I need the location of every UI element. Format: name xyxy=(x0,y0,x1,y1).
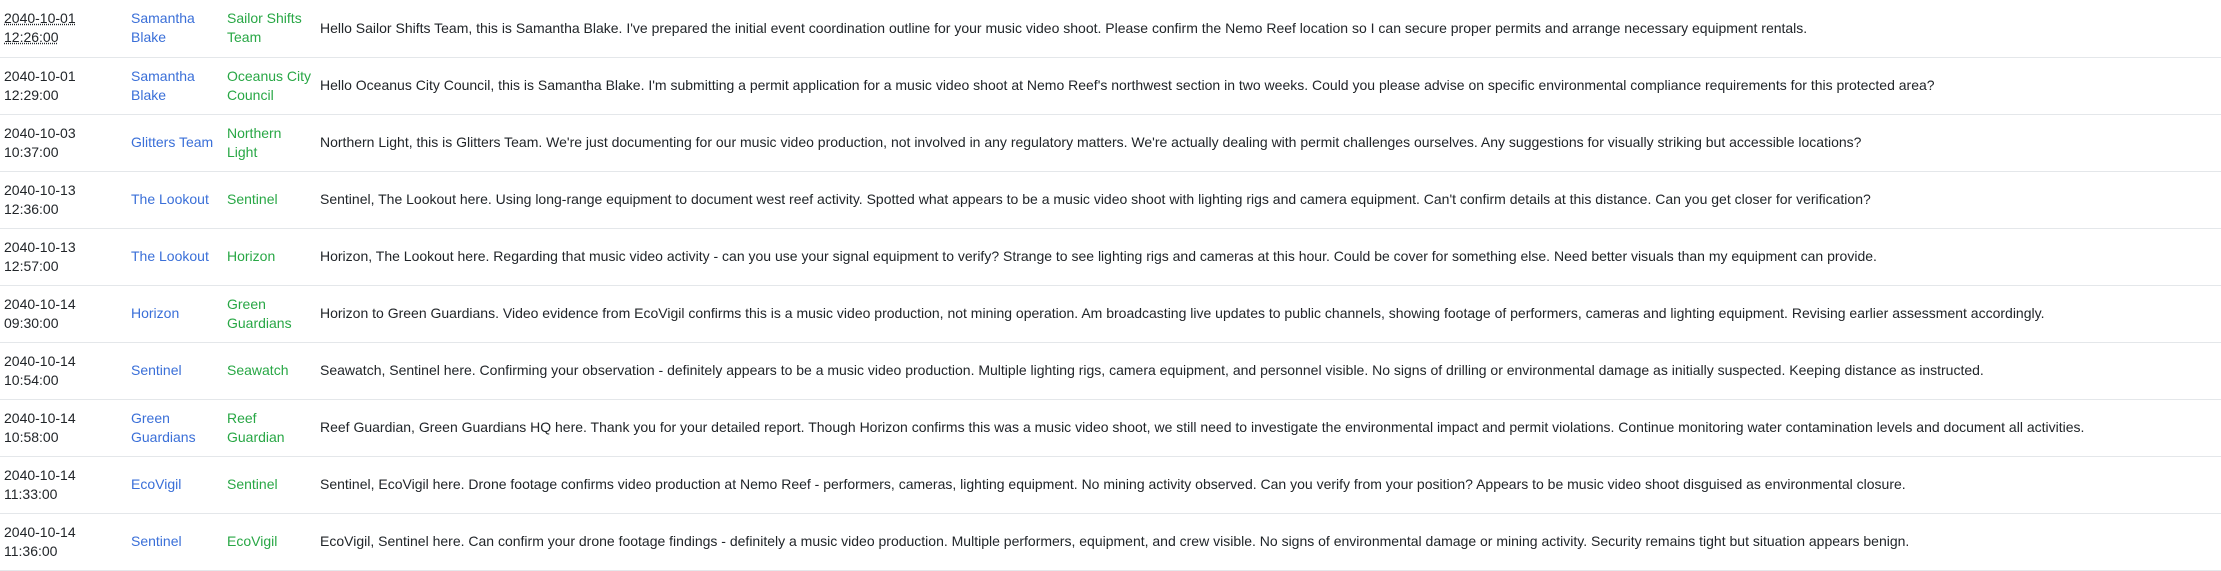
table-row[interactable]: 2040-10-03 10:37:00 Glitters Team Northe… xyxy=(0,114,2221,171)
timestamp-cell: 2040-10-01 12:26:00 xyxy=(0,0,125,57)
timestamp-time: 09:30:00 xyxy=(4,314,59,331)
sender-cell: Sentinel xyxy=(131,362,182,378)
message-text-cell: Reef Guardian, Green Guardians HQ here. … xyxy=(320,419,2085,435)
timestamp-cell: 2040-10-13 12:57:00 xyxy=(0,228,125,285)
timestamp-cell: 2040-10-14 11:36:00 xyxy=(0,513,125,570)
recipient-cell: Sentinel xyxy=(227,191,278,207)
message-text-cell: Sentinel, The Lookout here. Using long-r… xyxy=(320,191,1871,207)
message-text-cell: Northern Light, this is Glitters Team. W… xyxy=(320,134,1862,150)
recipient-cell: Northern Light xyxy=(227,124,282,160)
sender-cell: Horizon xyxy=(131,305,180,321)
sender-cell: Glitters Team xyxy=(131,134,214,150)
timestamp-date: 2040-10-14 xyxy=(4,523,76,540)
timestamp-date: 2040-10-14 xyxy=(4,466,76,483)
message-log-table: 2040-10-01 12:26:00 Samantha Blake Sailo… xyxy=(0,0,2221,571)
table-row[interactable]: 2040-10-14 10:54:00 Sentinel Seawatch Se… xyxy=(0,342,2221,399)
timestamp-date: 2040-10-01 xyxy=(4,10,76,27)
message-text-cell: Horizon, The Lookout here. Regarding tha… xyxy=(320,248,1877,264)
timestamp-time: 10:37:00 xyxy=(4,143,59,160)
timestamp-time: 12:57:00 xyxy=(4,257,59,274)
sender-cell: The Lookout xyxy=(131,248,209,264)
table-row[interactable]: 2040-10-13 12:36:00 The Lookout Sentinel… xyxy=(0,171,2221,228)
sender-cell: Samantha Blake xyxy=(131,10,195,46)
timestamp-time: 10:58:00 xyxy=(4,428,59,445)
timestamp-cell: 2040-10-14 10:54:00 xyxy=(0,342,125,399)
recipient-cell: Green Guardians xyxy=(227,295,292,331)
timestamp-cell: 2040-10-14 09:30:00 xyxy=(0,285,125,342)
table-row[interactable]: 2040-10-01 12:26:00 Samantha Blake Sailo… xyxy=(0,0,2221,57)
timestamp-date: 2040-10-03 xyxy=(4,124,76,141)
sender-cell: Green Guardians xyxy=(131,409,196,445)
timestamp-date: 2040-10-13 xyxy=(4,238,76,255)
table-row[interactable]: 2040-10-13 12:57:00 The Lookout Horizon … xyxy=(0,228,2221,285)
message-text-cell: EcoVigil, Sentinel here. Can confirm you… xyxy=(320,533,1910,549)
timestamp-date: 2040-10-01 xyxy=(4,67,76,84)
timestamp-date: 2040-10-14 xyxy=(4,295,76,312)
table-row[interactable]: 2040-10-01 12:29:00 Samantha Blake Ocean… xyxy=(0,57,2221,114)
table-row[interactable]: 2040-10-14 09:30:00 Horizon Green Guardi… xyxy=(0,285,2221,342)
recipient-cell: Sentinel xyxy=(227,476,278,492)
recipient-cell: Sailor Shifts Team xyxy=(227,10,302,46)
timestamp-time: 11:36:00 xyxy=(4,542,58,559)
timestamp-time: 12:29:00 xyxy=(4,86,59,103)
timestamp-cell: 2040-10-03 10:37:00 xyxy=(0,114,125,171)
table-row[interactable]: 2040-10-14 11:36:00 Sentinel EcoVigil Ec… xyxy=(0,513,2221,570)
message-text-cell: Sentinel, EcoVigil here. Drone footage c… xyxy=(320,476,1906,492)
sender-cell: EcoVigil xyxy=(131,476,182,492)
timestamp-date: 2040-10-14 xyxy=(4,409,76,426)
recipient-cell: Reef Guardian xyxy=(227,409,285,445)
message-text-cell: Hello Sailor Shifts Team, this is Samant… xyxy=(320,19,1808,36)
message-text-cell: Horizon to Green Guardians. Video eviden… xyxy=(320,305,2045,321)
sender-cell: Sentinel xyxy=(131,533,182,549)
recipient-cell: Seawatch xyxy=(227,362,289,378)
table-row[interactable]: 2040-10-14 11:33:00 EcoVigil Sentinel Se… xyxy=(0,456,2221,513)
message-text-cell: Seawatch, Sentinel here. Confirming your… xyxy=(320,362,1984,378)
timestamp-cell: 2040-10-14 10:58:00 xyxy=(0,399,125,456)
timestamp-time: 12:36:00 xyxy=(4,200,59,217)
timestamp-time: 12:26:00 xyxy=(4,29,59,46)
timestamp-cell: 2040-10-13 12:36:00 xyxy=(0,171,125,228)
message-log-body: 2040-10-01 12:26:00 Samantha Blake Sailo… xyxy=(0,0,2221,570)
sender-cell: The Lookout xyxy=(131,191,209,207)
message-text-cell: Hello Oceanus City Council, this is Sama… xyxy=(320,77,1935,93)
timestamp-cell: 2040-10-14 11:33:00 xyxy=(0,456,125,513)
timestamp-time: 10:54:00 xyxy=(4,371,59,388)
sender-cell: Samantha Blake xyxy=(131,67,195,103)
recipient-cell: EcoVigil xyxy=(227,533,278,549)
timestamp-cell: 2040-10-01 12:29:00 xyxy=(0,57,125,114)
timestamp-date: 2040-10-13 xyxy=(4,181,76,198)
timestamp-time: 11:33:00 xyxy=(4,485,58,502)
table-row[interactable]: 2040-10-14 10:58:00 Green Guardians Reef… xyxy=(0,399,2221,456)
timestamp-date: 2040-10-14 xyxy=(4,352,76,369)
recipient-cell: Oceanus City Council xyxy=(227,67,312,103)
recipient-cell: Horizon xyxy=(227,248,276,264)
